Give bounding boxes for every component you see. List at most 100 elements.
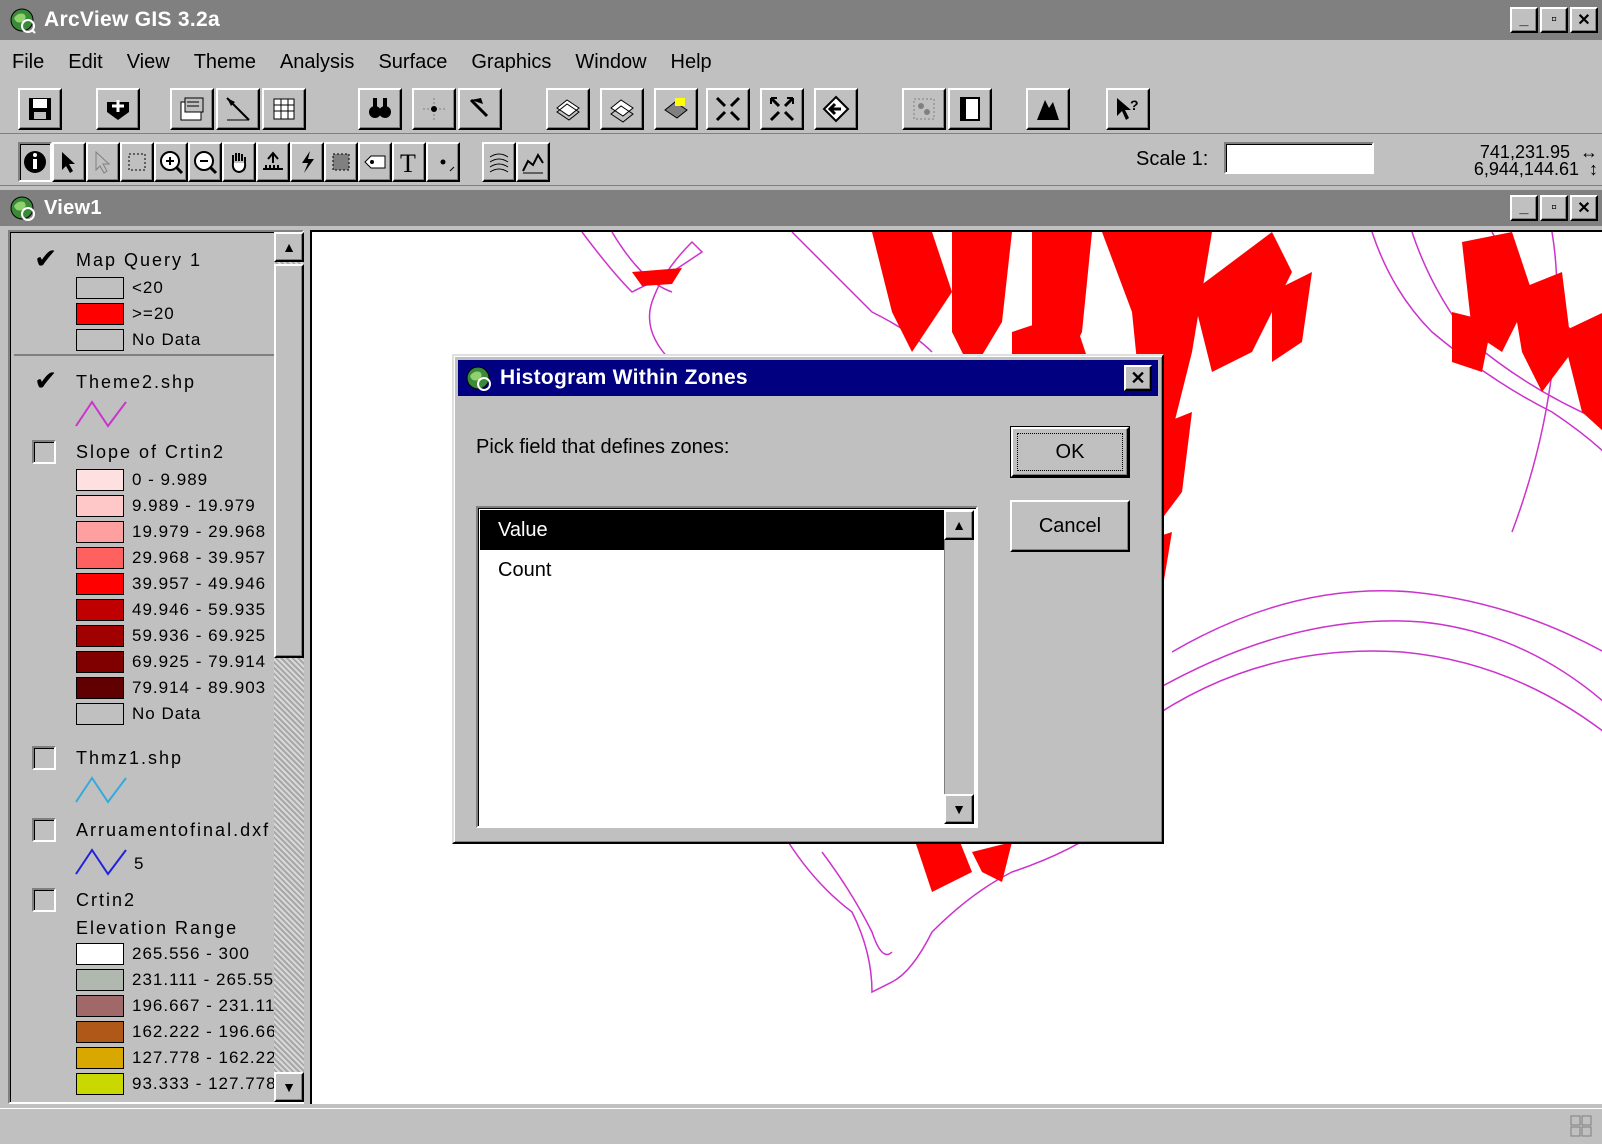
list-item[interactable]: Count [480, 550, 952, 590]
menu-theme[interactable]: Theme [194, 51, 256, 74]
zoom-to-themes-button[interactable] [600, 88, 644, 130]
restore-icon: ▫ [1551, 11, 1557, 28]
locate-address-button[interactable] [412, 88, 456, 130]
toc-scrollbar[interactable]: ▲ ▼ [274, 232, 304, 1102]
profile-tool[interactable] [516, 142, 550, 182]
measure-tool[interactable] [256, 142, 290, 182]
zoom-to-selected-button[interactable] [654, 88, 698, 130]
theme-checkbox[interactable] [32, 888, 56, 912]
list-item[interactable]: Value [480, 510, 952, 550]
list-scrollbar[interactable]: ▲ ▼ [944, 510, 974, 824]
theme-checkbox[interactable] [32, 746, 56, 770]
zoom-previous-button[interactable] [814, 88, 858, 130]
vertex-edit-icon [95, 150, 111, 174]
identify-tool[interactable] [18, 142, 52, 182]
legend-item: No Data [76, 328, 201, 352]
legend-swatch [76, 495, 124, 517]
legend-item: 196.667 - 231.111 [76, 994, 274, 1018]
theme-name: Thmz1.shp [76, 748, 184, 768]
close-button[interactable]: ✕ [1570, 7, 1598, 33]
line-symbol-icon [75, 776, 127, 804]
find-button[interactable] [358, 88, 402, 130]
help-button[interactable]: ? [1106, 88, 1150, 130]
arcview-logo-icon [10, 8, 36, 34]
list-scroll-track[interactable] [944, 540, 974, 794]
menu-file[interactable]: File [12, 51, 44, 74]
minimize-button[interactable]: _ [1510, 7, 1538, 33]
scroll-up-button[interactable]: ▲ [274, 232, 304, 262]
menu-view[interactable]: View [127, 51, 170, 74]
hotlink-tool[interactable] [290, 142, 324, 182]
scroll-down-button[interactable]: ▼ [274, 1072, 304, 1102]
edit-legend-button[interactable] [216, 88, 260, 130]
open-table-button[interactable] [262, 88, 306, 130]
dialog-title-bar[interactable]: Histogram Within Zones ✕ [458, 360, 1158, 396]
add-theme-button[interactable] [96, 88, 140, 130]
svg-text:T: T [400, 149, 416, 175]
minimize-icon: _ [1519, 11, 1529, 28]
tool-bar: T Scale 1: 741,231.95 ↔ 6,944,144.61 ↕ [0, 138, 1602, 186]
zone-field-list[interactable]: Value Count ▲ ▼ [476, 506, 978, 828]
y-coordinate: 6,944,144.61 [1473, 159, 1579, 179]
view-close-button[interactable]: ✕ [1570, 195, 1598, 221]
ok-button[interactable]: OK [1010, 426, 1130, 478]
legend-swatch [76, 1021, 124, 1043]
theme-properties-icon [180, 97, 204, 121]
zoom-in-tool[interactable] [154, 142, 188, 182]
pan-tool[interactable] [222, 142, 256, 182]
save-button[interactable] [18, 88, 62, 130]
theme-checkbox[interactable] [32, 364, 57, 397]
menu-help[interactable]: Help [671, 51, 712, 74]
view-restore-button[interactable]: ▫ [1540, 195, 1568, 221]
help-icon: ? [1117, 97, 1139, 120]
view-title-bar[interactable]: View1 _ ▫ ✕ [0, 190, 1602, 226]
menu-window[interactable]: Window [575, 51, 646, 74]
scroll-thumb[interactable] [274, 264, 304, 658]
pointer-icon [62, 152, 75, 173]
table-of-contents: Map Query 1 <20 >=20 No Data Theme2.shp … [8, 230, 304, 1104]
zoom-out-tool-icon [194, 151, 218, 175]
zoom-in-button[interactable] [706, 88, 750, 130]
legend-swatch [76, 703, 124, 725]
app-title-bar[interactable]: ArcView GIS 3.2a _ ▫ ✕ [0, 0, 1602, 40]
query-builder-button[interactable] [458, 88, 502, 130]
select-by-theme-button[interactable] [902, 88, 946, 130]
menu-graphics[interactable]: Graphics [471, 51, 551, 74]
legend-item: 93.333 - 127.778 [76, 1072, 274, 1096]
status-bar [0, 1108, 1602, 1144]
list-scroll-down-button[interactable]: ▼ [944, 794, 974, 824]
pointer-tool[interactable] [52, 142, 86, 182]
clear-selection-button[interactable] [948, 88, 992, 130]
text-tool[interactable]: T [392, 142, 426, 182]
theme-checkbox[interactable] [32, 242, 57, 275]
label-tool[interactable] [358, 142, 392, 182]
locate-address-icon [423, 98, 445, 120]
list-scroll-up-button[interactable]: ▲ [944, 510, 974, 540]
draw-point-tool[interactable] [426, 142, 460, 182]
vertex-edit-tool[interactable] [86, 142, 120, 182]
theme-properties-button[interactable] [170, 88, 214, 130]
select-feature-tool[interactable] [120, 142, 154, 182]
theme-checkbox[interactable] [32, 818, 56, 842]
contour-tool[interactable] [482, 142, 516, 182]
area-of-interest-tool[interactable] [324, 142, 358, 182]
menu-analysis[interactable]: Analysis [280, 51, 354, 74]
zoom-out-tool[interactable] [188, 142, 222, 182]
theme-name: Slope of Crtin2 [76, 442, 226, 462]
menu-surface[interactable]: Surface [378, 51, 447, 74]
dialog-title: Histogram Within Zones [500, 366, 748, 389]
zoom-out-button[interactable] [760, 88, 804, 130]
zoom-full-extent-button[interactable] [546, 88, 590, 130]
ok-label: OK [1055, 440, 1085, 463]
scale-input[interactable] [1224, 142, 1374, 174]
view-minimize-button[interactable]: _ [1510, 195, 1538, 221]
restore-button[interactable]: ▫ [1540, 7, 1568, 33]
menu-edit[interactable]: Edit [68, 51, 102, 74]
resize-grip-icon[interactable] [1570, 1115, 1592, 1137]
histogram-button[interactable] [1026, 88, 1070, 130]
dialog-close-button[interactable]: ✕ [1124, 365, 1152, 391]
legend-item: No Data [76, 702, 201, 726]
theme-checkbox[interactable] [32, 440, 56, 464]
cancel-button[interactable]: Cancel [1010, 500, 1130, 552]
legend-swatch [76, 573, 124, 595]
